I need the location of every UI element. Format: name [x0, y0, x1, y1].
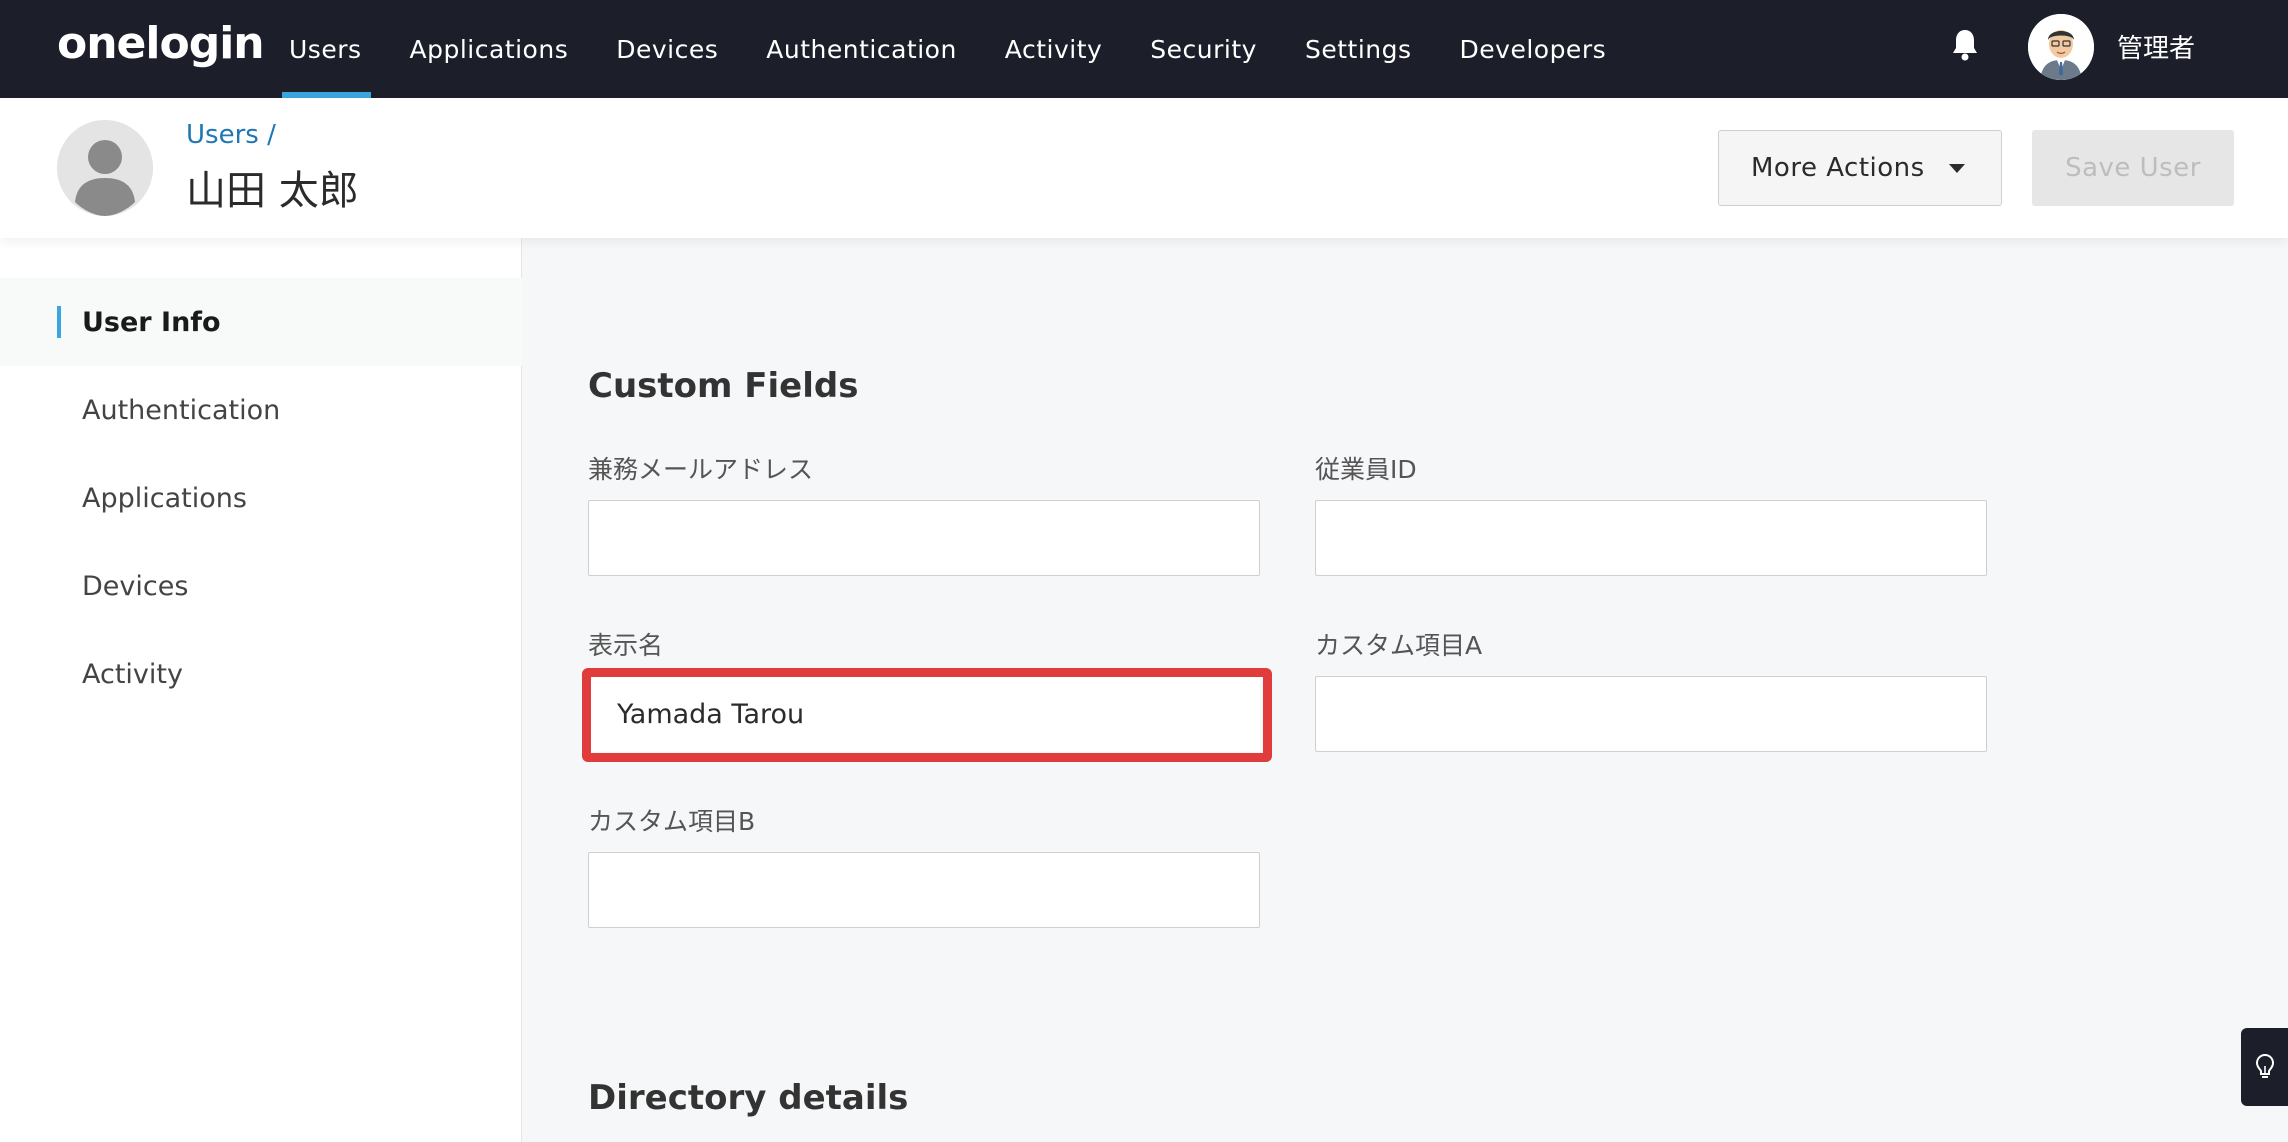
more-actions-label: More Actions — [1751, 153, 1925, 183]
user-header: Users / 山田 太郎 More Actions Save User — [0, 98, 2288, 238]
custom-b-input[interactable] — [588, 852, 1260, 928]
sidebar-item-applications[interactable]: Applications — [0, 454, 522, 542]
employee-id-input[interactable] — [1315, 500, 1987, 576]
breadcrumb-users[interactable]: Users / — [186, 120, 276, 150]
sidebar-item-activity[interactable]: Activity — [0, 630, 522, 718]
custom-a-input[interactable] — [1315, 676, 1987, 752]
field-label-secondary-email: 兼務メールアドレス — [588, 455, 814, 484]
onelogin-logo[interactable]: onelogin — [57, 18, 265, 69]
page-title: 山田 太郎 — [186, 168, 359, 214]
sidebar-item-devices[interactable]: Devices — [0, 542, 522, 630]
secondary-email-input[interactable] — [588, 500, 1260, 576]
user-sidebar: User Info Authentication Applications De… — [0, 238, 522, 1142]
nav-activity[interactable]: Activity — [1005, 0, 1103, 98]
admin-avatar[interactable] — [2028, 14, 2094, 80]
notification-bell-icon[interactable] — [1950, 28, 1980, 62]
admin-name[interactable]: 管理者 — [2117, 28, 2195, 65]
display-name-highlight — [582, 668, 1272, 762]
lightbulb-icon — [2255, 1053, 2274, 1078]
custom-fields-title: Custom Fields — [588, 366, 859, 406]
nav-users[interactable]: Users — [282, 0, 370, 98]
directory-details-title: Directory details — [588, 1078, 909, 1118]
field-label-employee-id: 従業員ID — [1315, 455, 1417, 484]
chevron-down-icon — [1949, 164, 1965, 173]
field-label-custom-a: カスタム項目A — [1315, 631, 1483, 660]
help-tab[interactable] — [2241, 1028, 2288, 1106]
field-label-display-name: 表示名 — [588, 631, 664, 660]
nav-developers[interactable]: Developers — [1460, 0, 1607, 98]
sidebar-item-user-info[interactable]: User Info — [0, 278, 522, 366]
nav-security[interactable]: Security — [1150, 0, 1257, 98]
field-label-custom-b: カスタム項目B — [588, 807, 756, 836]
nav-settings[interactable]: Settings — [1305, 0, 1412, 98]
sidebar-item-authentication[interactable]: Authentication — [0, 366, 522, 454]
nav-applications[interactable]: Applications — [410, 0, 569, 98]
save-user-button[interactable]: Save User — [2032, 130, 2234, 206]
more-actions-button[interactable]: More Actions — [1718, 130, 2002, 206]
user-avatar-icon — [57, 120, 153, 216]
nav-authentication[interactable]: Authentication — [766, 0, 957, 98]
main-nav: Users Applications Devices Authenticatio… — [282, 0, 1654, 98]
nav-devices[interactable]: Devices — [616, 0, 718, 98]
top-navigation: onelogin Users Applications Devices Auth… — [0, 0, 2288, 98]
